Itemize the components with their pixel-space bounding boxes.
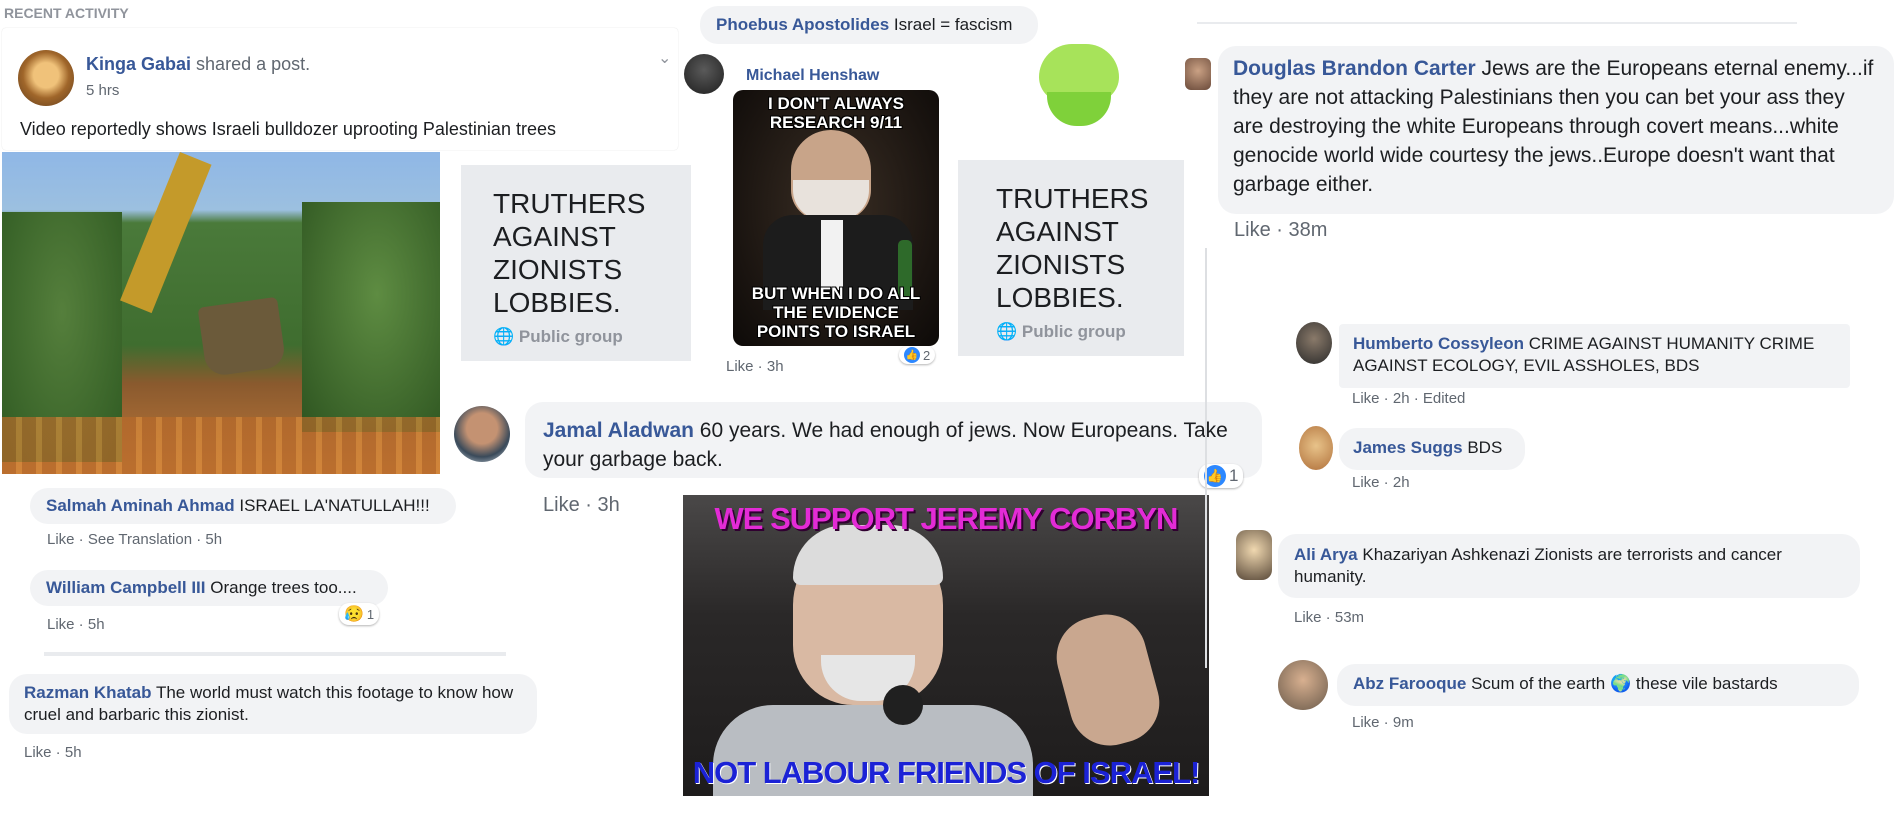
comment-text: Orange trees too.... — [210, 578, 357, 597]
comment-actions[interactable]: Like · 53m — [1294, 609, 1364, 626]
globe-emoji-icon: 🌍 — [1610, 674, 1632, 693]
comment-author-link[interactable]: Michael Henshaw — [746, 67, 879, 85]
group-card[interactable]: TRUTHERS AGAINST ZIONISTS LOBBIES. 🌐 Pub… — [461, 165, 691, 361]
avatar[interactable] — [1296, 322, 1332, 364]
group-type: Public group — [518, 327, 623, 346]
post-action: shared a post. — [196, 54, 311, 74]
comment-text: these vile bastards — [1635, 674, 1778, 693]
reaction-badge[interactable]: 👍 2 — [899, 346, 936, 364]
comment-actions[interactable]: Like · See Translation · 5h — [47, 531, 222, 548]
post-author-link[interactable]: Kinga Gabai — [86, 54, 191, 74]
comment-actions[interactable]: Like · 38m — [1234, 219, 1327, 242]
thread-line — [1205, 248, 1207, 668]
comment-bubble: William Campbell III Orange trees too...… — [30, 570, 388, 606]
comment-author-link[interactable]: Ali Arya — [1294, 545, 1358, 564]
chevron-down-icon[interactable]: ⌄ — [658, 48, 671, 68]
comment-bubble: Douglas Brandon Carter Jews are the Euro… — [1218, 46, 1894, 214]
divider — [44, 652, 506, 656]
globe-icon: 🌐 — [493, 327, 515, 346]
group-title[interactable]: TRUTHERS AGAINST ZIONISTS LOBBIES. — [493, 187, 659, 319]
meme-bottom-text: BUT WHEN I DO ALL THE EVIDENCE POINTS TO… — [751, 284, 921, 341]
globe-icon: 🌐 — [996, 322, 1018, 341]
avatar[interactable] — [684, 54, 724, 94]
meme-top-text: WE SUPPORT JEREMY CORBYN — [714, 501, 1179, 536]
comment-bubble: Ali Arya Khazariyan Ashkenazi Zionists a… — [1278, 534, 1860, 598]
reaction-badge[interactable]: 😥 1 — [339, 603, 380, 625]
comment-author-link[interactable]: Abz Farooque — [1353, 674, 1466, 693]
meme-bottom-text: NOT LABOUR FRIENDS OF ISRAEL! — [692, 755, 1201, 790]
comment-bubble: Abz Farooque Scum of the earth 🌍 these v… — [1337, 664, 1859, 706]
recent-activity-header: RECENT ACTIVITY — [4, 5, 129, 21]
comment-actions[interactable]: Like · 5h — [24, 744, 82, 761]
meme-image[interactable]: I DON'T ALWAYS RESEARCH 9/11 BUT WHEN I … — [733, 90, 939, 346]
meme-image[interactable]: WE SUPPORT JEREMY CORBYN NOT LABOUR FRIE… — [683, 495, 1209, 796]
avatar[interactable] — [1236, 530, 1272, 580]
comment-author-link[interactable]: James Suggs — [1353, 438, 1463, 457]
comment-actions[interactable]: Like · 2h — [1352, 474, 1410, 491]
like-icon: 👍 — [904, 347, 920, 363]
comment-actions[interactable]: Like · 9m — [1352, 714, 1414, 731]
comment-actions[interactable]: Like · 3h — [726, 358, 784, 375]
comment-text: BDS — [1467, 438, 1503, 457]
comment-author-link[interactable]: Humberto Cossyleon — [1353, 334, 1524, 353]
post-card: Kinga Gabai shared a post. 5 hrs ⌄ Video… — [2, 28, 678, 150]
comment-author-link[interactable]: William Campbell III — [46, 578, 206, 597]
avatar[interactable] — [18, 50, 74, 106]
group-type: Public group — [1021, 322, 1126, 341]
meme-top-text: I DON'T ALWAYS RESEARCH 9/11 — [768, 94, 904, 132]
sad-reaction-icon: 😥 — [344, 606, 364, 623]
comment-author-link[interactable]: Salmah Aminah Ahmad — [46, 496, 235, 515]
comment-text: ISRAEL LA'NATULLAH!!! — [239, 496, 430, 515]
group-title[interactable]: TRUTHERS AGAINST ZIONISTS LOBBIES. — [996, 182, 1148, 314]
group-card[interactable]: TRUTHERS AGAINST ZIONISTS LOBBIES. 🌐 Pub… — [958, 160, 1184, 356]
comment-actions[interactable]: Like · 5h — [47, 616, 105, 633]
post-text: Video reportedly shows Israeli bulldozer… — [20, 119, 556, 139]
comment-bubble: Jamal Aladwan 60 years. We had enough of… — [525, 402, 1262, 478]
comment-bubble: Phoebus Apostolides Israel = fascism — [700, 6, 1038, 44]
comment-actions[interactable]: Like · 2h · Edited — [1352, 390, 1465, 407]
comment-actions[interactable]: Like · 3h — [543, 494, 620, 517]
comment-author-link[interactable]: Jamal Aladwan — [543, 419, 694, 442]
sick-face-sticker — [1037, 42, 1121, 130]
comment-text: Israel = fascism — [893, 15, 1013, 34]
video-thumbnail[interactable] — [2, 152, 440, 474]
comment-text: Scum of the earth — [1471, 674, 1606, 693]
comment-author-link[interactable]: Phoebus Apostolides — [716, 15, 889, 34]
avatar[interactable] — [1185, 58, 1211, 90]
comment-bubble: Salmah Aminah Ahmad ISRAEL LA'NATULLAH!!… — [30, 488, 456, 524]
divider — [1197, 22, 1797, 24]
like-icon: 👍 — [1204, 465, 1226, 487]
post-time[interactable]: 5 hrs — [86, 82, 119, 99]
avatar[interactable] — [1278, 660, 1328, 710]
comment-bubble: Razman Khatab The world must watch this … — [9, 674, 537, 734]
comment-bubble: James Suggs BDS — [1339, 428, 1525, 470]
comment-text: Khazariyan Ashkenazi Zionists are terror… — [1294, 545, 1782, 586]
comment-author-link[interactable]: Douglas Brandon Carter — [1233, 57, 1476, 80]
avatar[interactable] — [1299, 426, 1333, 470]
avatar[interactable] — [454, 406, 510, 462]
comment-bubble: Humberto Cossyleon CRIME AGAINST HUMANIT… — [1339, 324, 1850, 388]
comment-author-link[interactable]: Razman Khatab — [24, 683, 152, 702]
